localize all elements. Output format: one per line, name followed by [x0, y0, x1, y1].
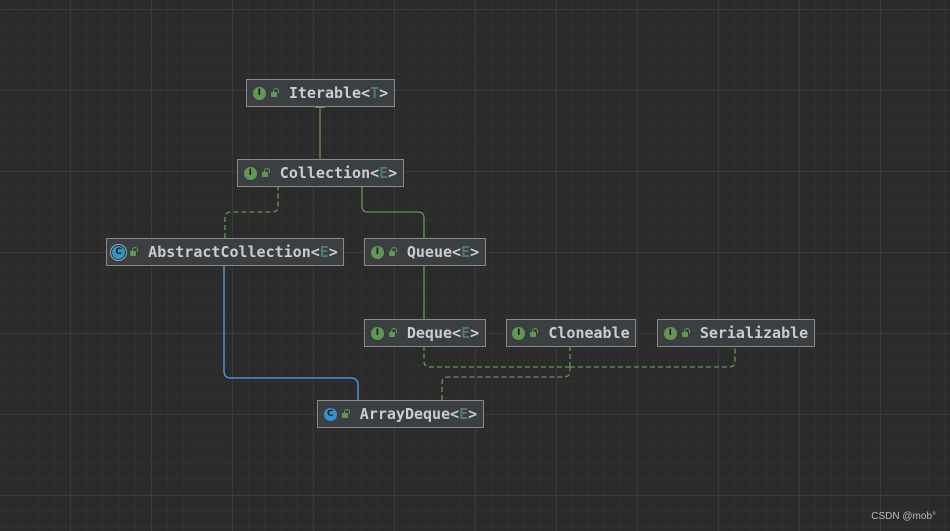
node-label: Collection<E>: [279, 164, 398, 182]
public-lock-icon: [270, 88, 279, 97]
edge-queue-collection: [357, 178, 425, 238]
node-serializable[interactable]: I Serializable: [657, 319, 815, 347]
node-cloneable[interactable]: I Cloneable: [506, 319, 636, 347]
node-array-deque[interactable]: C ArrayDeque<E>: [317, 400, 484, 428]
public-lock-icon: [388, 328, 397, 337]
interface-icon: I: [243, 166, 257, 180]
edge-arraydeque-serializable: [570, 338, 740, 368]
interface-icon: I: [252, 86, 266, 100]
node-abstract-collection[interactable]: C AbstractCollection<E>: [106, 238, 344, 266]
watermark: CSDN @mob°: [871, 511, 936, 522]
node-queue[interactable]: I Queue<E>: [364, 238, 486, 266]
public-lock-icon: [261, 168, 270, 177]
interface-icon: I: [370, 245, 384, 259]
edge-abstractcollection-collection: [224, 178, 283, 238]
node-label: ArrayDeque<E>: [359, 405, 478, 423]
node-collection[interactable]: I Collection<E>: [237, 159, 404, 187]
public-lock-icon: [681, 328, 690, 337]
node-label: Serializable: [699, 324, 809, 342]
node-label: Deque<E>: [406, 324, 480, 342]
public-lock-icon: [530, 328, 539, 337]
public-lock-icon: [341, 409, 350, 418]
node-deque[interactable]: I Deque<E>: [364, 319, 486, 347]
abstract-class-icon: C: [112, 245, 126, 259]
node-label: Queue<E>: [406, 243, 480, 261]
class-icon: C: [323, 407, 337, 421]
edge-arraydeque-abstractcollection: [219, 257, 359, 400]
interface-icon: I: [663, 326, 677, 340]
node-label: Iterable<T>: [288, 84, 389, 102]
public-lock-icon: [388, 247, 397, 256]
public-lock-icon: [130, 247, 139, 256]
interface-icon: I: [370, 326, 384, 340]
edge-arraydeque-interfaces-trunk: [441, 367, 571, 400]
node-label: AbstractCollection<E>: [148, 243, 338, 261]
edge-arraydeque-deque: [419, 338, 570, 368]
interface-icon: I: [512, 326, 526, 340]
node-label: Cloneable: [548, 324, 630, 342]
node-iterable[interactable]: I Iterable<T>: [246, 79, 395, 107]
